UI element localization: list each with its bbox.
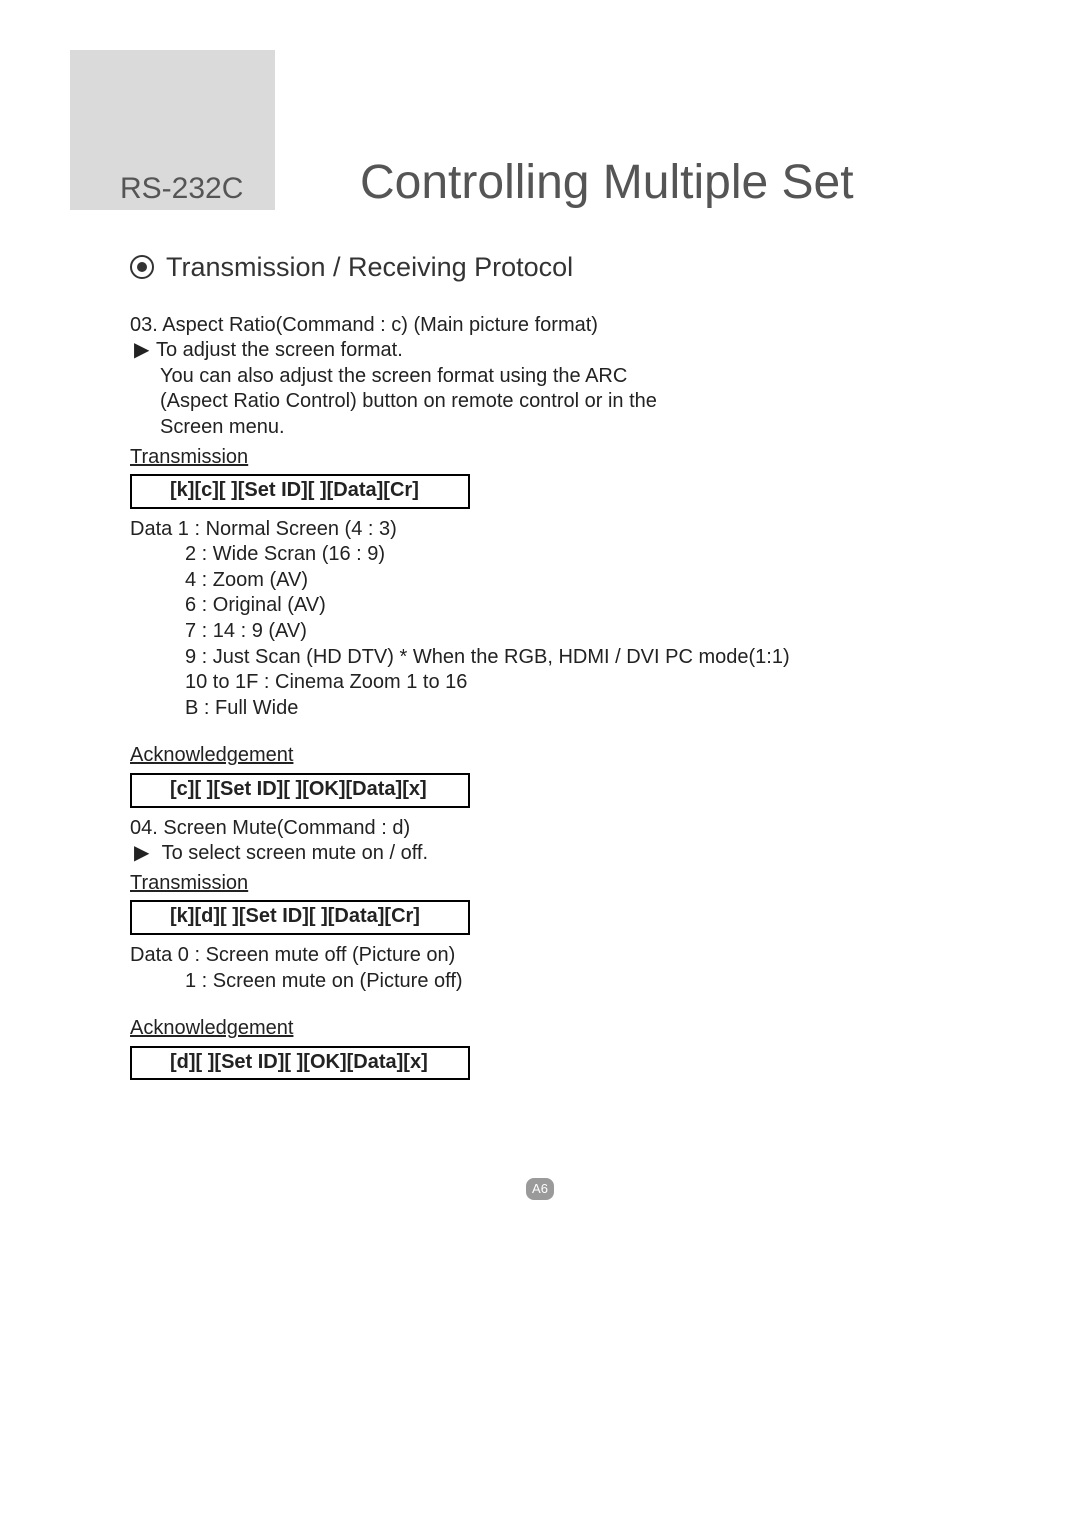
cmd04-data-block: Data 0 : Screen mute off (Picture on) 1 … [130, 943, 970, 994]
page-header: RS-232C Controlling Multiple Set [120, 155, 1000, 210]
cmd04-transmission-code: [k][d][ ][Set ID][ ][Data][Cr] [130, 900, 470, 935]
cmd03-desc: You can also adjust the screen format us… [130, 364, 970, 441]
cmd03-ack-label: Acknowledgement [130, 743, 293, 769]
page-number-badge: A6 [526, 1178, 554, 1200]
section-title-row: Transmission / Receiving Protocol [130, 250, 970, 285]
cmd04-data-line: Data 0 : Screen mute off (Picture on) [130, 943, 970, 969]
header-category: RS-232C [120, 172, 360, 206]
cmd03-data-line: 6 : Original (AV) [130, 593, 970, 619]
cmd04-ack-label: Acknowledgement [130, 1016, 293, 1042]
cmd04-transmission-label: Transmission [130, 871, 248, 897]
cmd03-ack-code: [c][ ][Set ID][ ][OK][Data][x] [130, 773, 470, 808]
header-title: Controlling Multiple Set [360, 155, 854, 210]
cmd03-data-block: Data 1 : Normal Screen (4 : 3) 2 : Wide … [130, 517, 970, 722]
cmd03-desc-line: (Aspect Ratio Control) button on remote … [160, 389, 970, 415]
arrow-icon: ▶ [134, 841, 156, 867]
cmd03-data-line: 4 : Zoom (AV) [130, 568, 970, 594]
cmd03-data-line: 7 : 14 : 9 (AV) [130, 619, 970, 645]
cmd03-heading: 03. Aspect Ratio(Command : c) (Main pict… [130, 313, 970, 339]
section-title: Transmission / Receiving Protocol [166, 250, 573, 285]
cmd03-transmission-code: [k][c][ ][Set ID][ ][Data][Cr] [130, 474, 470, 509]
cmd03-arrow-text: To adjust the screen format. [156, 339, 403, 361]
cmd03-transmission-label: Transmission [130, 445, 248, 471]
cmd03-data-line: B : Full Wide [130, 696, 970, 722]
cmd04-arrow-text: To select screen mute on / off. [162, 842, 428, 864]
cmd03-data-line: Data 1 : Normal Screen (4 : 3) [130, 517, 970, 543]
cmd03-data-line: 10 to 1F : Cinema Zoom 1 to 16 [130, 670, 970, 696]
arrow-icon: ▶ [134, 338, 156, 364]
cmd03-data-line: 2 : Wide Scran (16 : 9) [130, 542, 970, 568]
cmd04-ack-code: [d][ ][Set ID][ ][OK][Data][x] [130, 1046, 470, 1081]
cmd04-arrow-line: ▶ To select screen mute on / off. [130, 841, 970, 867]
cmd03-desc-line: Screen menu. [160, 415, 970, 441]
manual-page: RS-232C Controlling Multiple Set Transmi… [0, 0, 1080, 1530]
cmd04-heading: 04. Screen Mute(Command : d) [130, 816, 970, 842]
content-body: Transmission / Receiving Protocol 03. As… [130, 250, 970, 1088]
cmd04-data-line: 1 : Screen mute on (Picture off) [130, 969, 970, 995]
bullet-icon [130, 255, 154, 279]
cmd03-desc-line: You can also adjust the screen format us… [160, 364, 970, 390]
cmd03-arrow-line: ▶To adjust the screen format. [130, 338, 970, 364]
cmd03-data-line: 9 : Just Scan (HD DTV) * When the RGB, H… [130, 645, 970, 671]
